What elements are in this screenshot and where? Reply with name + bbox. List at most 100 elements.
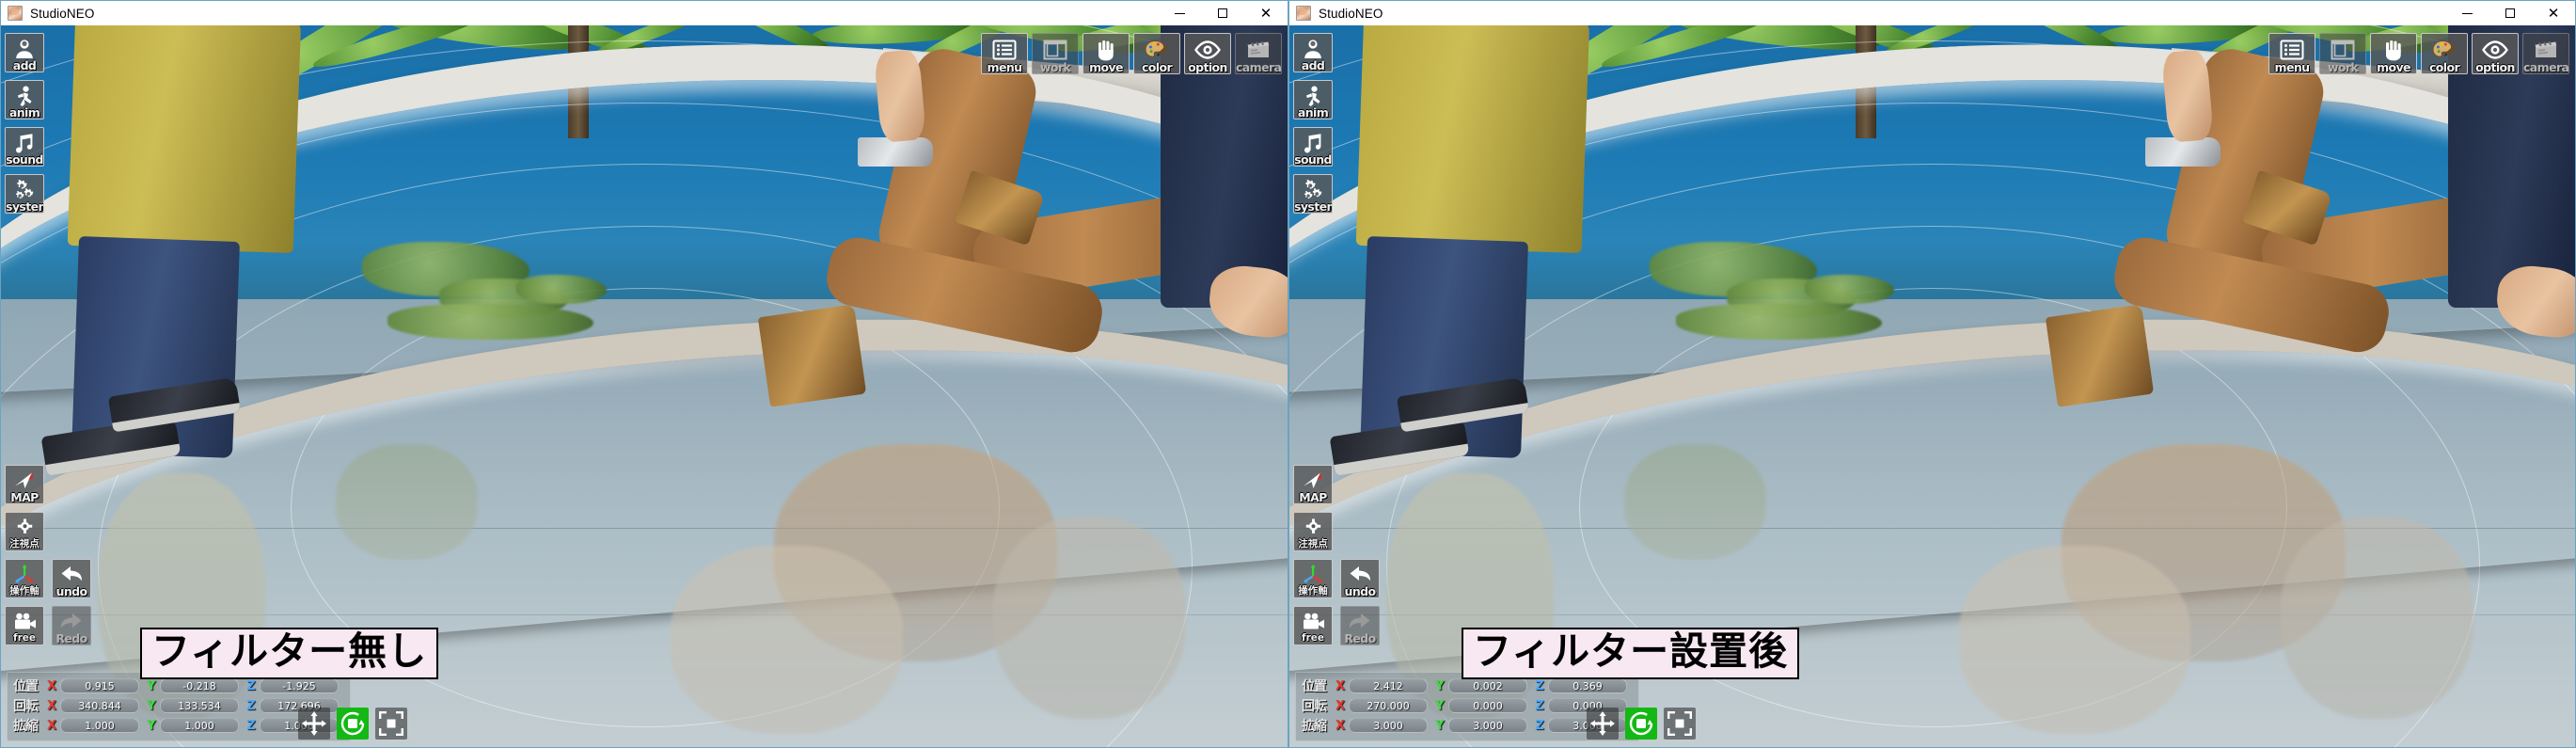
transform-value-y[interactable]: 133.534	[160, 698, 239, 713]
view-button-crosshair-icon[interactable]: 注視点	[5, 512, 44, 551]
move-gizmo[interactable]	[298, 708, 330, 740]
axis-label-x: X	[1335, 718, 1346, 733]
transform-row-label: 位置	[1302, 679, 1327, 694]
sidebar-button-system[interactable]: system	[1293, 174, 1333, 214]
toolbar-button-color[interactable]: color	[1133, 33, 1180, 74]
view-button-crosshair-icon[interactable]: 注視点	[1293, 512, 1333, 551]
sidebar-button-add[interactable]: add	[1293, 33, 1333, 72]
sidebar-button-label: sound	[1294, 152, 1332, 167]
rotate-gizmo[interactable]	[1625, 708, 1657, 740]
transform-value-y[interactable]: -0.218	[160, 678, 239, 693]
toolbar-button-label: option	[2475, 60, 2515, 74]
transform-value-y[interactable]: 1.000	[160, 718, 239, 733]
sidebar-button-sound[interactable]: sound	[5, 127, 44, 167]
history-button-undo[interactable]: undo	[52, 559, 91, 598]
close-button[interactable]: ✕	[1244, 1, 1288, 26]
app-icon	[8, 6, 23, 21]
view-button-map-arrow-icon[interactable]: MAP	[1293, 465, 1333, 504]
transform-value-x[interactable]: 0.915	[60, 678, 139, 693]
history-button-redo[interactable]: Redo	[52, 606, 91, 645]
toolbar-button-camera[interactable]: camera	[2522, 33, 2569, 74]
window-titlebar[interactable]: StudioNEO ✕	[0, 0, 1288, 25]
view-button-map-arrow-icon[interactable]: MAP	[5, 465, 44, 504]
minimize-button[interactable]	[1158, 1, 1201, 26]
toolbar-button-label: move	[1089, 60, 1123, 74]
transform-value-x[interactable]: 340.844	[60, 698, 139, 713]
sidebar-button-anim[interactable]: anim	[5, 80, 44, 119]
toolbar-button-menu[interactable]: menu	[981, 33, 1028, 74]
transform-row-label: 拡縮	[1302, 719, 1327, 734]
clapperboard-icon	[2534, 40, 2558, 60]
view-button-camera-icon[interactable]: free	[5, 606, 44, 645]
sidebar-button-anim[interactable]: anim	[1293, 80, 1333, 119]
toolbar-button-move[interactable]: move	[2370, 33, 2417, 74]
maximize-button[interactable]	[1201, 1, 1244, 26]
person-add-icon	[13, 39, 36, 59]
redo-arrow-icon	[1347, 611, 1373, 633]
toolbar-button-work[interactable]: work	[2319, 33, 2366, 74]
sidebar-button-system[interactable]: system	[5, 174, 44, 214]
scale-gizmo[interactable]	[375, 708, 407, 740]
history-button-redo[interactable]: Redo	[1340, 606, 1380, 645]
scene-viewport[interactable]: add anim sound system MAP	[1288, 25, 2576, 748]
minimize-icon	[1174, 12, 1185, 14]
sidebar-button-label: system	[6, 199, 43, 214]
redo-arrow-icon	[58, 611, 85, 633]
sidebar-top-left: add anim sound system	[1293, 33, 1333, 221]
floor-reflection	[1623, 444, 1766, 561]
scale-gizmo[interactable]	[1664, 708, 1696, 740]
minimize-button[interactable]	[2445, 1, 2489, 26]
toolbar-button-color[interactable]: color	[2421, 33, 2468, 74]
gears-icon	[1302, 179, 1324, 201]
transform-value-x[interactable]: 270.000	[1349, 698, 1428, 713]
studio-window-right: StudioNEO ✕ add anim sound syste MAP 注視点…	[1288, 0, 2576, 748]
move-gizmo-icon	[1590, 711, 1615, 736]
history-button-undo[interactable]: undo	[1340, 559, 1380, 598]
toolbar-button-work[interactable]: work	[1032, 33, 1079, 74]
palette-icon	[2432, 40, 2457, 61]
transform-value-z[interactable]: 0.369	[1548, 678, 1627, 693]
view-button-label: free	[1302, 632, 1324, 644]
transform-value-y[interactable]: 3.000	[1448, 718, 1527, 733]
hand-icon	[1095, 40, 1117, 61]
view-button-label: MAP	[10, 490, 39, 504]
toolbar-top-right: menu work move color option camera	[981, 33, 1282, 74]
window-panel-icon	[2331, 40, 2355, 60]
transform-value-x[interactable]: 3.000	[1349, 718, 1428, 733]
crosshair-icon	[1303, 517, 1324, 539]
person-add-icon	[1302, 39, 1324, 59]
sidebar-button-add[interactable]: add	[5, 33, 44, 72]
rotate-gizmo[interactable]	[337, 708, 369, 740]
view-button-axis-gizmo-icon[interactable]: 操作軸	[1293, 559, 1333, 598]
window-titlebar[interactable]: StudioNEO ✕	[1288, 0, 2576, 25]
transform-value-z[interactable]: -1.925	[260, 678, 339, 693]
view-button-label: 注視点	[9, 538, 40, 549]
transform-value-y[interactable]: 0.002	[1448, 678, 1527, 693]
toolbar-button-option[interactable]: option	[1184, 33, 1231, 74]
view-button-camera-icon[interactable]: free	[1293, 606, 1333, 645]
transform-value-x[interactable]: 2.412	[1349, 678, 1428, 693]
transform-value-x[interactable]: 1.000	[60, 718, 139, 733]
toolbar-button-menu[interactable]: menu	[2268, 33, 2315, 74]
toolbar-button-label: option	[1188, 60, 1227, 74]
transform-value-y[interactable]: 0.000	[1448, 698, 1527, 713]
music-note-icon	[1303, 133, 1323, 154]
sidebar-button-label: system	[1294, 199, 1332, 214]
move-gizmo-icon	[302, 711, 326, 736]
toolbar-button-label: work	[1039, 60, 1071, 74]
app-icon	[1296, 6, 1311, 21]
toolbar-button-option[interactable]: option	[2472, 33, 2519, 74]
close-button[interactable]: ✕	[2532, 1, 2575, 26]
maximize-button[interactable]	[2489, 1, 2532, 26]
transform-row-label: 拡縮	[13, 719, 39, 734]
view-button-axis-gizmo-icon[interactable]: 操作軸	[5, 559, 44, 598]
toolbar-button-camera[interactable]: camera	[1235, 33, 1282, 74]
toolbar-button-move[interactable]: move	[1083, 33, 1130, 74]
sidebar-button-sound[interactable]: sound	[1293, 127, 1333, 167]
window-title: StudioNEO	[1319, 6, 1383, 21]
list-menu-icon	[2280, 40, 2304, 60]
move-gizmo[interactable]	[1587, 708, 1619, 740]
scene-viewport[interactable]: add anim sound system MAP	[0, 25, 1288, 748]
gears-icon	[13, 179, 36, 201]
history-button-label: Redo	[1344, 631, 1376, 645]
